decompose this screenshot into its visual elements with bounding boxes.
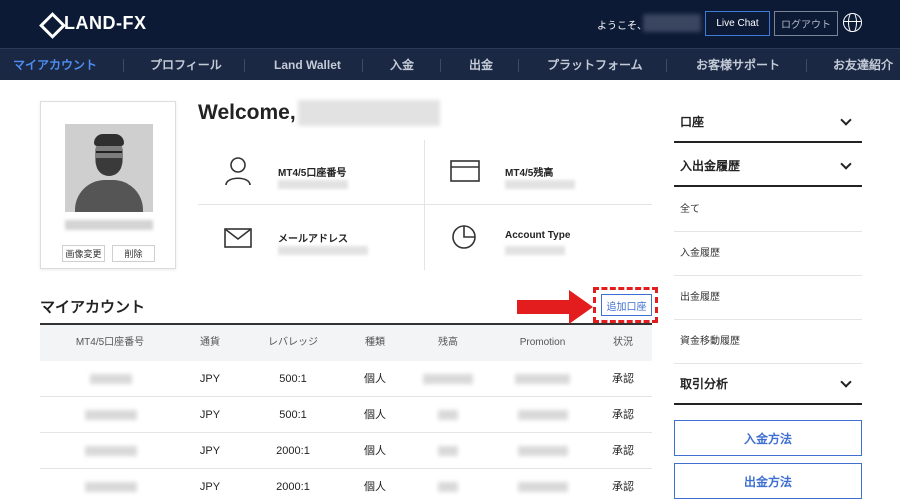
account-type-redacted [505,246,565,255]
nav-deposit[interactable]: 入金 [390,49,414,81]
wallet-icon [450,160,480,182]
language-globe-icon[interactable] [843,13,862,32]
email-label: メールアドレス [278,234,348,245]
sidebar-history-toggle[interactable]: 入出金履歴 [674,145,862,187]
sidebar-trade-analysis-toggle[interactable]: 取引分析 [674,363,862,405]
welcome-title: Welcome, [198,101,296,124]
logout-button[interactable]: ログアウト [774,11,838,36]
red-arrow-annotation [517,290,593,324]
mail-icon [224,228,252,248]
chevron-down-icon [840,114,852,126]
username-redacted [643,14,701,32]
nav-withdraw[interactable]: 出金 [469,49,493,81]
sidebar-item-withdraw-history[interactable]: 出金履歴 [674,276,862,320]
chevron-down-icon [840,158,852,170]
account-number-redacted [278,180,348,189]
sidebar-item-transfer-history[interactable]: 資金移動履歴 [674,320,862,364]
logo-diamond-icon [40,13,60,33]
nav-referral[interactable]: お友達紹介 [833,49,893,81]
chevron-down-icon [840,376,852,388]
land-fx-logo[interactable]: LAND-FX [40,12,147,34]
my-account-title: マイアカウント [40,299,146,316]
sidebar-item-deposit-history[interactable]: 入金履歴 [674,232,862,276]
nav-profile[interactable]: プロフィール [150,49,222,81]
delete-image-button[interactable]: 削除 [112,245,155,262]
pie-chart-icon [452,225,476,249]
nav-platform[interactable]: プラットフォーム [547,49,643,81]
main-nav: マイアカウント プロフィール Land Wallet 入金 出金 プラットフォー… [0,48,900,80]
table-row[interactable]: JPY 500:1 個人 承認 [40,397,652,433]
add-account-button[interactable]: 追加口座 [601,294,652,316]
accounts-table-header: MT4/5口座番号 通貨 レバレッジ 種類 残高 Promotion 状況 [40,325,652,361]
nav-land-wallet[interactable]: Land Wallet [274,49,341,81]
nav-divider [362,59,363,72]
greeting-text: ようこそ、 [597,21,647,32]
top-header: LAND-FX ようこそ、 Live Chat ログアウト [0,0,900,48]
sidebar-item-all[interactable]: 全て [674,188,862,232]
balance-redacted [505,180,575,189]
account-number-label: MT4/5口座番号 [278,168,347,179]
col-currency: 通貨 [200,337,220,348]
profile-name-redacted [65,220,153,230]
nav-my-account[interactable]: マイアカウント [13,49,97,81]
live-chat-button[interactable]: Live Chat [705,11,770,36]
nav-divider [806,59,807,72]
profile-card: 画像変更 削除 [40,101,176,269]
col-type: 種類 [365,337,385,348]
table-row[interactable]: JPY 2000:1 個人 承認 [40,469,652,502]
nav-support[interactable]: お客様サポート [696,49,780,81]
table-row[interactable]: JPY 500:1 個人 承認 [40,361,652,397]
col-status: 状況 [613,337,633,348]
account-info-grid: MT4/5口座番号 MT4/5残高 メールアドレス Account Type [198,140,652,270]
account-type-label: Account Type [505,230,571,241]
balance-label: MT4/5残高 [505,168,554,179]
col-leverage: レバレッジ [268,337,318,348]
withdraw-method-button[interactable]: 出金方法 [674,463,862,499]
nav-divider [518,59,519,72]
deposit-method-button[interactable]: 入金方法 [674,420,862,456]
change-image-button[interactable]: 画像変更 [62,245,105,262]
nav-divider [440,59,441,72]
table-row[interactable]: JPY 2000:1 個人 承認 [40,433,652,469]
sidebar-accounts-toggle[interactable]: 口座 [674,101,862,143]
nav-divider [244,59,245,72]
nav-divider [666,59,667,72]
email-redacted [278,246,368,255]
nav-divider [123,59,124,72]
logo-text: LAND-FX [64,12,147,33]
col-account-number: MT4/5口座番号 [75,337,145,348]
col-balance: 残高 [438,337,458,348]
avatar [65,124,153,212]
welcome-name-redacted [298,100,440,126]
col-promotion: Promotion [519,337,566,348]
user-icon [225,157,251,186]
